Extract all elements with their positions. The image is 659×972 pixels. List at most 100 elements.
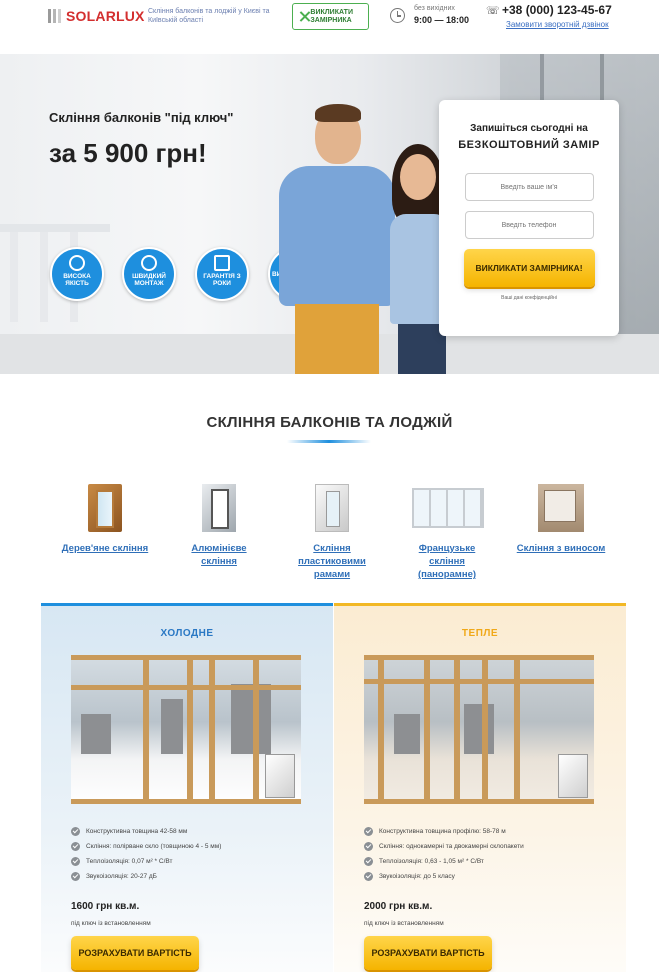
window-frame (482, 655, 488, 804)
check-icon (364, 842, 373, 851)
window-frame (364, 679, 594, 684)
building-silhouette (464, 704, 494, 754)
glazing-type-plastic[interactable]: Скління пластиковими рамами (287, 480, 377, 581)
man-hair (315, 104, 361, 122)
glazing-type-label[interactable]: Дерев'яне скління (60, 542, 150, 555)
woman-face (400, 154, 436, 200)
feature-item: Теплоізоляція: 0,07 м² * С/Вт (71, 854, 311, 869)
feature-text: Теплоізоляція: 0,07 м² * С/Вт (86, 858, 173, 865)
price-value: 1600 грн кв.м. (71, 901, 140, 912)
window-frame (364, 799, 594, 804)
calculate-cost-button[interactable]: РОЗРАХУВАТИ ВАРТІСТЬ (71, 936, 199, 970)
window-frame (253, 655, 259, 804)
aluminum-profile-image (174, 480, 264, 536)
window-frame (143, 655, 149, 804)
badge-high-quality: ВИСОКА ЯКІСТЬ (50, 247, 104, 301)
check-icon (364, 872, 373, 881)
window-frame (187, 655, 193, 804)
window-frame (454, 655, 460, 804)
phone-input[interactable] (464, 211, 594, 239)
feature-list: Конструктивна товщина профілю: 58-78 м С… (364, 824, 604, 884)
call-measurer-button[interactable]: ВИКЛИКАТИ ЗАМІРНИКА (292, 3, 369, 30)
feature-item: Конструктивна товщина профілю: 58-78 м (364, 824, 604, 839)
name-input[interactable] (464, 173, 594, 201)
price-value: 2000 грн кв.м. (364, 901, 433, 912)
feature-list: Конструктивна товщина 42-58 мм Скління: … (71, 824, 311, 884)
building-silhouette (394, 714, 420, 754)
window-frame (71, 655, 301, 660)
hero-title: Скління балконів "під ключ" (49, 110, 234, 125)
feature-text: Конструктивна товщина профілю: 58-78 м (379, 828, 506, 835)
logo-text: SOLARLUX (66, 8, 145, 24)
window-frame (209, 655, 215, 804)
call-measurer-submit-button[interactable]: ВИКЛИКАТИ ЗАМІРНИКА! (463, 249, 595, 287)
price-note: під ключ із встановленням (364, 920, 444, 927)
site-tagline: Скління балконів та лоджій у Києві та Ки… (148, 8, 270, 24)
plastic-profile-shape (315, 484, 349, 532)
feature-text: Скління: полірване скло (товщиною 4 - 5 … (86, 843, 222, 850)
badge-label: ГАРАНТІЯ З РОКИ (203, 273, 241, 287)
window-frame (424, 655, 430, 804)
logo[interactable]: SOLARLUX (48, 8, 145, 24)
check-icon (71, 827, 80, 836)
glazing-type-label[interactable]: Скління пластиковими рамами (287, 542, 377, 581)
glazing-type-aluminum[interactable]: Алюмінієве скління (174, 480, 264, 568)
medal-icon (69, 255, 85, 271)
hours-note: без вихідних (414, 5, 455, 12)
wood-profile-image (60, 480, 150, 536)
glazing-type-wood[interactable]: Дерев'яне скління (60, 480, 150, 555)
phone-icon: ☏ (486, 5, 500, 17)
price-card-cold: ХОЛОДНЕ Конструктивна товщина 42-58 мм С… (41, 603, 333, 972)
glazing-type-label[interactable]: Алюмінієве скління (174, 542, 264, 568)
site-header: SOLARLUX Скління балконів та лоджій у Ки… (0, 0, 659, 52)
call-measurer-label: ВИКЛИКАТИ ЗАМІРНИКА (310, 8, 353, 24)
badge-label: ШВИДКИЙ МОНТАЖ (132, 273, 166, 287)
feature-item: Конструктивна товщина 42-58 мм (71, 824, 311, 839)
callback-link[interactable]: Замовити зворотній дзвінок (506, 20, 609, 29)
form-subheading: БЕЗКОШТОВНИЙ ЗАМІР (458, 139, 600, 151)
glazing-type-label[interactable]: Французьке скління (панорамне) (402, 542, 492, 581)
glazing-types: Дерев'яне скління Алюмінієве скління Скл… (60, 480, 605, 590)
section-divider (287, 440, 371, 443)
phone-number[interactable]: +38 (000) 123-45-67 (502, 3, 612, 17)
stopwatch-icon (141, 255, 157, 271)
aluminum-profile-shape (202, 484, 236, 532)
feature-text: Звукоізоляція: 20-27 дБ (86, 873, 157, 880)
feature-item: Скління: однокамерні та двокамерні склоп… (364, 839, 604, 854)
profile-section-icon (265, 754, 295, 798)
working-hours: 9:00 — 18:00 (414, 15, 470, 25)
feature-text: Конструктивна товщина 42-58 мм (86, 828, 188, 835)
feature-item: Скління: полірване скло (товщиною 4 - 5 … (71, 839, 311, 854)
glazing-type-extension[interactable]: Скління з виносом (516, 480, 606, 555)
profile-section-icon (558, 754, 588, 798)
price-cards: ХОЛОДНЕ Конструктивна товщина 42-58 мм С… (41, 603, 626, 972)
check-icon (364, 857, 373, 866)
calculate-cost-button[interactable]: РОЗРАХУВАТИ ВАРТІСТЬ (364, 936, 492, 970)
extension-balcony-shape (538, 484, 584, 532)
badge-fast-install: ШВИДКИЙ МОНТАЖ (122, 247, 176, 301)
wood-profile-shape (88, 484, 122, 532)
feature-text: Звукоізоляція: до 5 класу (379, 873, 455, 880)
glazing-type-label[interactable]: Скління з виносом (516, 542, 606, 555)
cold-glazing-photo (71, 655, 301, 804)
badge-warranty: ГАРАНТІЯ З РОКИ (195, 247, 249, 301)
feature-item: Теплоізоляція: 0,63 - 1,05 м² * С/Вт (364, 854, 604, 869)
building-silhouette (81, 714, 111, 754)
french-balcony-image (402, 480, 492, 536)
warm-glazing-photo (364, 655, 594, 804)
privacy-note: Ваші дані конфіденційні (501, 295, 557, 301)
ruler-icon (299, 11, 306, 22)
glazing-type-french[interactable]: Французьке скління (панорамне) (402, 480, 492, 581)
building-silhouette (231, 684, 271, 754)
form-heading: Запишіться сьогодні на (470, 123, 588, 134)
check-icon (71, 872, 80, 881)
window-frame (514, 655, 520, 804)
building-silhouette (161, 699, 183, 754)
price-note: під ключ із встановленням (71, 920, 151, 927)
plastic-profile-image (287, 480, 377, 536)
extension-balcony-image (516, 480, 606, 536)
clock-icon (390, 8, 405, 23)
check-icon (364, 827, 373, 836)
window-frame (71, 799, 301, 804)
badge-label: ВИСОКА ЯКІСТЬ (63, 273, 91, 287)
